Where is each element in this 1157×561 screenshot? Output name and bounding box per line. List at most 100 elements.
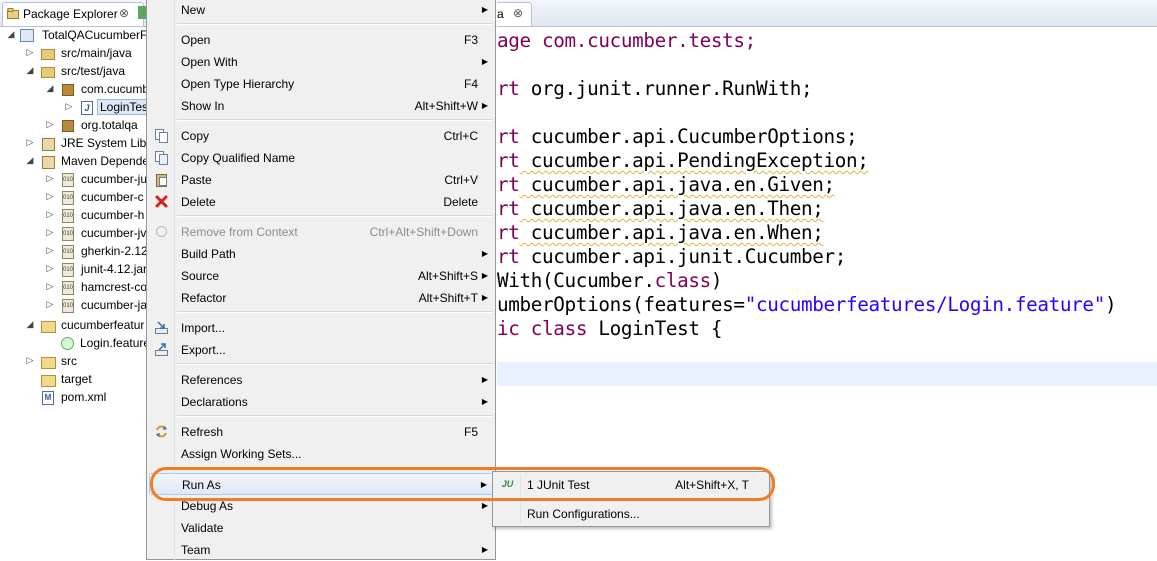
editor-tab-bar: a ⊗ [497, 0, 1157, 27]
tree-item-jar[interactable]: ▷ 010 cucumber-ja [0, 296, 147, 314]
menu-item-label: Paste [181, 173, 212, 187]
import-icon [154, 320, 169, 335]
menu-item-team[interactable]: Team ▶ [149, 539, 495, 561]
code-text: cucumber.api.CucumberOptions; [519, 125, 858, 148]
menu-item-copy[interactable]: Copy Ctrl+C [149, 125, 495, 147]
expand-toggle-icon[interactable]: ◢ [25, 65, 35, 76]
tree-item-src-test-java[interactable]: ◢ src/test/java [0, 62, 147, 80]
delete-icon [154, 194, 169, 209]
menu-item-declarations[interactable]: Declarations ▶ [149, 391, 495, 413]
menu-item-label: Run Configurations... [527, 507, 640, 521]
tree-item-maven-dependencies[interactable]: ◢ Maven Depende [0, 152, 147, 170]
expand-toggle-icon[interactable]: ▷ [45, 119, 55, 130]
refresh-icon [154, 424, 169, 439]
tree-item-target[interactable]: target [0, 370, 147, 388]
tree-item-jre-system-library[interactable]: ▷ JRE System Libra [0, 134, 147, 152]
submenu-arrow-icon: ▶ [481, 545, 488, 554]
expand-toggle-icon[interactable]: ▷ [45, 281, 55, 292]
menu-item-refresh[interactable]: Refresh F5 [149, 421, 495, 443]
expand-toggle-icon[interactable]: ▷ [25, 137, 35, 148]
menu-item-new[interactable]: New ▶ [149, 0, 495, 21]
menu-item-remove-from-context: Remove from Context Ctrl+Alt+Shift+Down [149, 221, 495, 243]
expand-toggle-icon[interactable]: ▷ [45, 245, 55, 256]
menu-separator [177, 311, 493, 313]
menu-item-source[interactable]: Source Alt+Shift+S ▶ [149, 265, 495, 287]
tree-item-jar[interactable]: ▷ 010 hamcrest-co [0, 278, 147, 296]
expand-toggle-icon[interactable]: ◢ [6, 29, 16, 40]
menu-item-open-type-hierarchy[interactable]: Open Type Hierarchy F4 [149, 73, 495, 95]
expand-toggle-icon[interactable]: ▷ [45, 173, 55, 184]
tree-item-pom-xml[interactable]: M pom.xml [0, 388, 147, 406]
tree-item-login-feature[interactable]: Login.feature [0, 334, 147, 352]
menu-item-copy-qualified-name[interactable]: Copy Qualified Name [149, 147, 495, 169]
code-keyword: rt [497, 149, 520, 172]
tree-item-jar[interactable]: ▷ 010 cucumber-ju [0, 170, 147, 188]
jar-icon: 010 [62, 245, 74, 259]
code-keyword: class [519, 317, 588, 340]
menu-item-shortcut: Alt+Shift+X, T [675, 478, 749, 492]
menu-item-label: New [181, 3, 206, 17]
submenu-arrow-icon: ▶ [481, 5, 488, 14]
code-line: rt cucumber.api.PendingException; [497, 149, 869, 172]
menu-item-delete[interactable]: Delete Delete [149, 191, 495, 213]
expand-toggle-icon[interactable]: ▷ [25, 355, 35, 366]
tree-item-package-com-cucumber[interactable]: ◢ com.cucumb [0, 80, 147, 98]
close-icon[interactable]: ⊗ [513, 6, 523, 20]
tree-item-jar[interactable]: ▷ 010 cucumber-jv [0, 224, 147, 242]
menu-item-run-configurations[interactable]: Run Configurations... [495, 503, 767, 525]
code-text-warning: cucumber.api.java.en.Then; [519, 197, 824, 220]
menu-item-run-as[interactable]: Run As ▶ [149, 473, 495, 495]
package-explorer-tab[interactable]: Package Explorer ⊗ [2, 2, 144, 26]
menu-item-open[interactable]: Open F3 [149, 29, 495, 51]
tree-item-jar[interactable]: ▷ 010 gherkin-2.12 [0, 242, 147, 260]
folder-icon [41, 357, 56, 369]
tree-item-label: TotalQACucumberF [42, 28, 147, 42]
tree-item-jar[interactable]: ▷ 010 junit-4.12.jar [0, 260, 147, 278]
tree-item-project[interactable]: ◢ TotalQACucumberF [0, 26, 147, 44]
menu-item-references[interactable]: References ▶ [149, 369, 495, 391]
close-icon[interactable]: ⊗ [119, 6, 129, 20]
expand-toggle-icon[interactable]: ▷ [45, 263, 55, 274]
expand-toggle-icon[interactable]: ◢ [45, 83, 55, 94]
menu-item-show-in[interactable]: Show In Alt+Shift+W ▶ [149, 95, 495, 117]
tree-item-cucumberfeatures[interactable]: ◢ cucumberfeatur [0, 316, 147, 334]
expand-toggle-icon[interactable]: ▷ [45, 227, 55, 238]
menu-item-label: Build Path [181, 247, 236, 261]
menu-item-label: Import... [181, 321, 226, 335]
code-line: rt cucumber.api.java.en.Given; [497, 173, 835, 196]
menu-separator [177, 363, 493, 365]
menu-item-debug-as[interactable]: Debug As ▶ [149, 495, 495, 517]
tree-item-label: Login.feature [80, 336, 147, 350]
menu-item-validate[interactable]: Validate [149, 517, 495, 539]
menu-item-label: Validate [181, 521, 224, 535]
menu-item-export[interactable]: Export... [149, 339, 495, 361]
menu-item-build-path[interactable]: Build Path ▶ [149, 243, 495, 265]
code-text: umberOptions(features= [497, 293, 745, 316]
tree-item-src[interactable]: ▷ src [0, 352, 147, 370]
expand-toggle-icon[interactable]: ▷ [45, 209, 55, 220]
submenu-arrow-icon: ▶ [481, 57, 488, 66]
tree-item-package-org-totalqa[interactable]: ▷ org.totalqa [0, 116, 147, 134]
expand-toggle-icon[interactable]: ◢ [25, 319, 35, 330]
tree-item-label: gherkin-2.12 [81, 244, 147, 258]
menu-item-paste[interactable]: Paste Ctrl+V [149, 169, 495, 191]
tree-item-logintest-java[interactable]: ▷ J LoginTes [0, 98, 147, 116]
expand-toggle-icon[interactable]: ◢ [25, 155, 35, 166]
code-keyword: rt [497, 125, 520, 148]
tree-item-src-main-java[interactable]: ▷ src/main/java [0, 44, 147, 62]
menu-item-junit-test[interactable]: JU 1 JUnit Test Alt+Shift+X, T [495, 474, 767, 496]
tree-item-jar[interactable]: ▷ 010 cucumber-c [0, 188, 147, 206]
expand-toggle-icon[interactable]: ▷ [45, 191, 55, 202]
menu-item-refactor[interactable]: Refactor Alt+Shift+T ▶ [149, 287, 495, 309]
menu-item-label: Open [181, 33, 211, 47]
editor-tab-logintest[interactable]: a ⊗ [497, 2, 532, 26]
tree-item-jar[interactable]: ▷ 010 cucumber-h [0, 206, 147, 224]
menu-item-label: References [181, 373, 243, 387]
menu-item-open-with[interactable]: Open With ▶ [149, 51, 495, 73]
expand-toggle-icon[interactable]: ▷ [45, 299, 55, 310]
menu-item-assign-working-sets[interactable]: Assign Working Sets... [149, 443, 495, 465]
menu-item-import[interactable]: Import... [149, 317, 495, 339]
menu-item-label: Open With [181, 55, 238, 69]
expand-toggle-icon[interactable]: ▷ [64, 101, 74, 112]
expand-toggle-icon[interactable]: ▷ [25, 47, 35, 58]
